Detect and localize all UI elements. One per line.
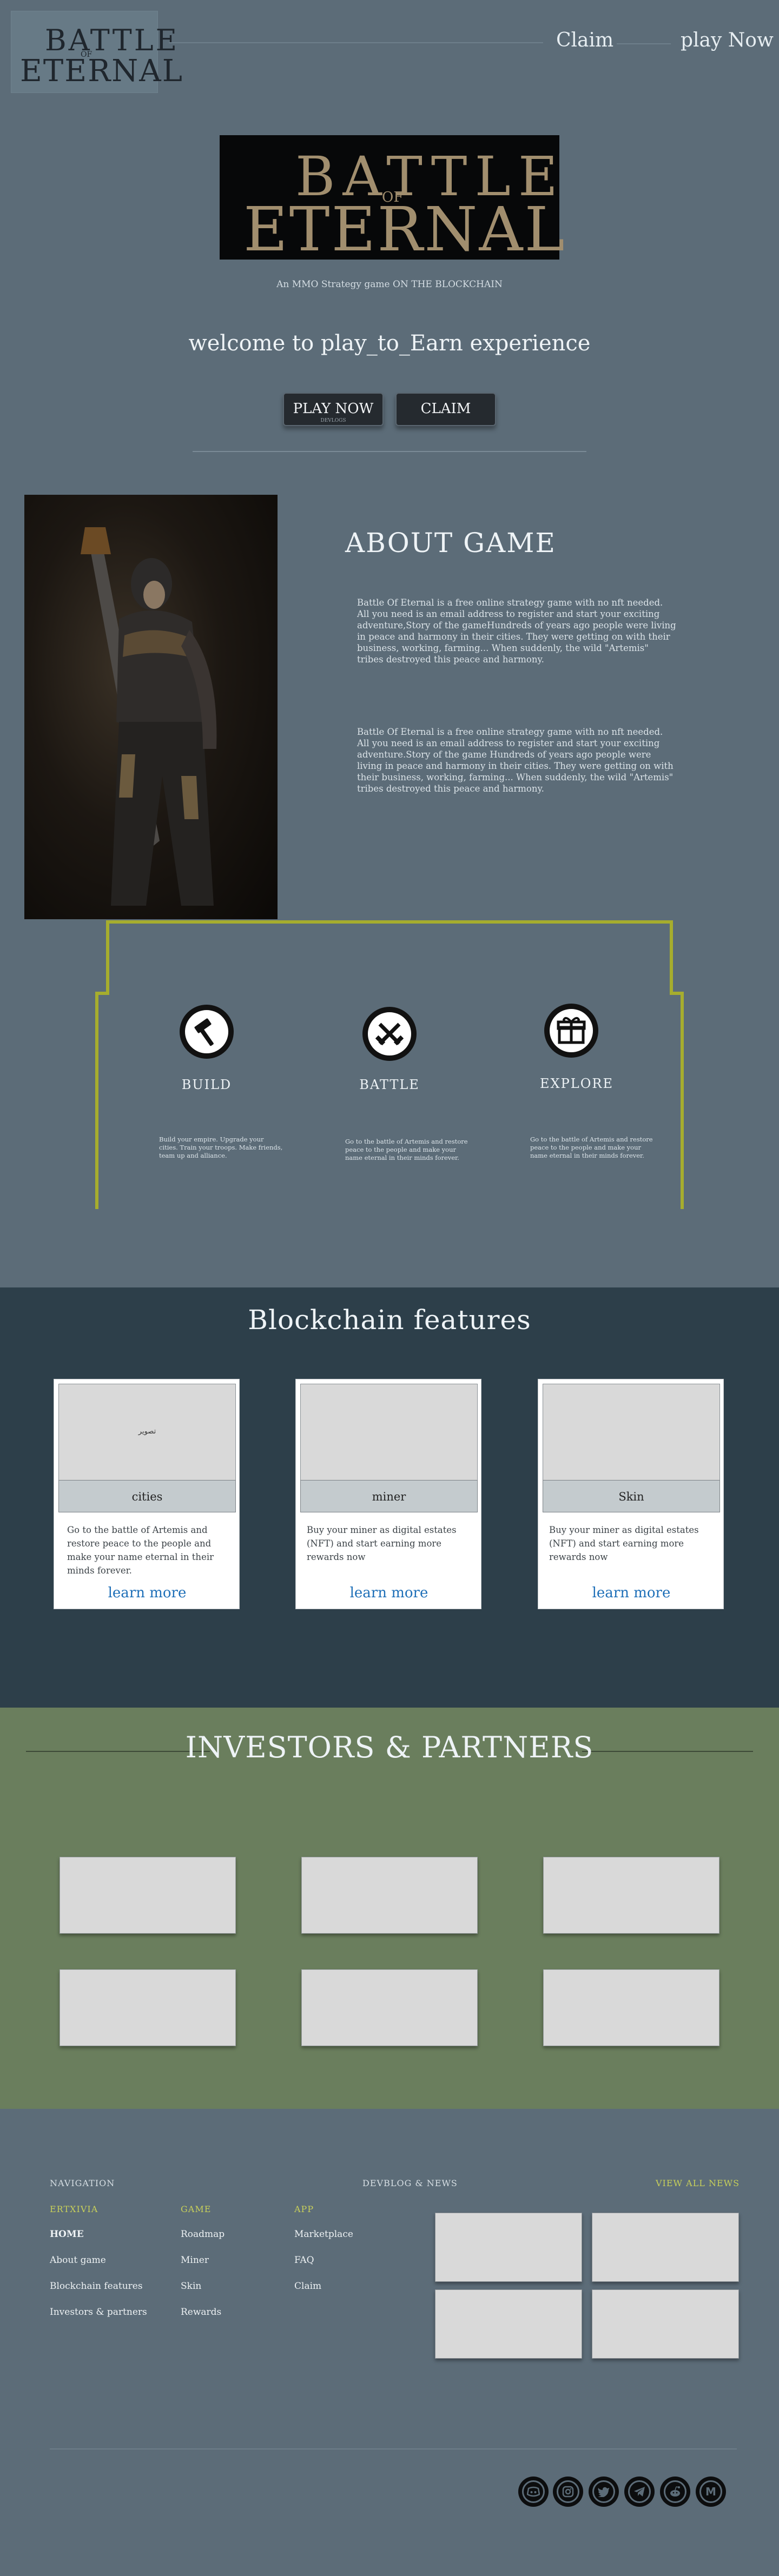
play-now-button[interactable]: PLAY NOW DEVLOGS	[283, 393, 384, 426]
claim-button[interactable]: CLAIM	[395, 393, 496, 426]
hero-logo: BATTLE OF ETERNAL	[220, 135, 565, 265]
footer-link-faq[interactable]: FAQ	[294, 2255, 314, 2266]
news-thumbnail[interactable]	[592, 2213, 739, 2282]
discord-icon[interactable]	[518, 2477, 549, 2507]
footer-link-marketplace[interactable]: Marketplace	[294, 2229, 353, 2240]
blockchain-title: Blockchain features	[248, 1304, 531, 1336]
feature-build-text: Build your empire. Upgrade your cities. …	[159, 1136, 283, 1159]
card-text: Buy your miner as digital estates (NFT) …	[307, 1525, 457, 1562]
footer-column-heading: APP	[294, 2204, 314, 2214]
partner-logo	[60, 1969, 236, 2046]
logo-text-battle: BATTLE	[45, 23, 180, 57]
medium-icon[interactable]: M	[696, 2477, 726, 2507]
card-text: Go to the battle of Artemis and restore …	[67, 1525, 214, 1576]
treasure-chest-icon	[544, 1004, 598, 1058]
footer-link-about[interactable]: About game	[50, 2255, 106, 2266]
news-thumbnail[interactable]	[435, 2213, 582, 2282]
card-image	[543, 1384, 720, 1481]
about-paragraph-1: Battle Of Eternal is a free online strat…	[357, 597, 676, 665]
feature-build-title: BUILD	[181, 1077, 232, 1092]
feature-explore-title: EXPLORE	[540, 1076, 613, 1091]
features-frame-left-inner	[106, 920, 109, 995]
footer-link-investors[interactable]: Investors & partners	[50, 2307, 147, 2318]
features-frame-right-inner	[670, 920, 673, 995]
learn-more-link[interactable]: learn more	[296, 1585, 482, 1601]
knight-image	[24, 495, 278, 919]
view-all-news-link[interactable]: VIEW ALL NEWS	[656, 2178, 740, 2188]
feature-battle-title: BATTLE	[359, 1077, 420, 1092]
footer-link-blockchain[interactable]: Blockchain features	[50, 2281, 143, 2292]
card-label: cities	[58, 1480, 236, 1512]
footer-column-heading: GAME	[181, 2204, 212, 2214]
news-thumbnail[interactable]	[435, 2289, 582, 2359]
card-label: miner	[300, 1480, 478, 1512]
logo-text-eternal: ETERNAL	[20, 54, 183, 89]
crossed-swords-icon	[362, 1007, 417, 1061]
footer-link-rewards[interactable]: Rewards	[181, 2307, 221, 2318]
hero-welcome: welcome to play_to_Earn experience	[188, 331, 591, 356]
feature-card-miner[interactable]: miner Buy your miner as digital estates …	[295, 1379, 481, 1609]
header-divider	[169, 42, 543, 43]
features-frame-right	[681, 992, 684, 1209]
footer-navigation-heading: NAVIGATION	[50, 2178, 115, 2188]
footer-divider	[50, 2448, 737, 2449]
hero-logo-eternal: ETERNAL	[243, 195, 566, 265]
knight-illustration	[81, 527, 217, 906]
about-paragraph-2: Battle Of Eternal is a free online strat…	[357, 727, 674, 794]
feature-explore-text: Go to the battle of Artemis and restore …	[530, 1136, 653, 1159]
footer-link-claim[interactable]: Claim	[294, 2281, 321, 2292]
reddit-icon[interactable]	[660, 2477, 690, 2507]
nav-divider	[617, 43, 671, 44]
features-frame-left	[95, 992, 98, 1209]
claim-label: CLAIM	[420, 401, 471, 417]
features-frame-top	[106, 920, 673, 924]
learn-more-link[interactable]: learn more	[538, 1585, 724, 1601]
play-now-sublabel: DEVLOGS	[320, 418, 346, 423]
hero-divider	[193, 451, 586, 452]
about-title: ABOUT GAME	[345, 527, 556, 559]
play-now-label: PLAY NOW	[293, 401, 374, 417]
footer-link-miner[interactable]: Miner	[181, 2255, 209, 2266]
footer-column-heading: ERTXIVIA	[50, 2204, 98, 2214]
hammer-icon	[180, 1005, 234, 1059]
feature-battle-text: Go to the battle of Artemis and restore …	[345, 1138, 468, 1161]
footer-devlog-heading: DEVBLOG & NEWS	[362, 2178, 458, 2188]
hero-tagline: An MMO Strategy game ON THE BLOCKCHAIN	[276, 279, 503, 290]
feature-card-skin[interactable]: Skin Buy your miner as digital estates (…	[538, 1379, 724, 1609]
card-image	[300, 1384, 478, 1481]
telegram-icon[interactable]	[624, 2477, 655, 2507]
partner-logo	[543, 1969, 719, 2046]
card-image: تصویر	[58, 1384, 236, 1481]
twitter-icon[interactable]	[589, 2477, 619, 2507]
news-thumbnail[interactable]	[592, 2289, 739, 2359]
feature-card-cities[interactable]: تصویر cities Go to the battle of Artemis…	[54, 1379, 240, 1609]
card-image-alt: تصویر	[138, 1428, 156, 1436]
footer-link-roadmap[interactable]: Roadmap	[181, 2229, 225, 2240]
nav-claim-link[interactable]: Claim	[556, 29, 613, 51]
nav-play-now-link[interactable]: play Now	[681, 29, 774, 51]
card-text: Buy your miner as digital estates (NFT) …	[549, 1525, 699, 1562]
learn-more-link[interactable]: learn more	[54, 1585, 240, 1601]
partner-logo	[301, 1969, 478, 2046]
instagram-icon[interactable]	[553, 2477, 583, 2507]
footer-link-skin[interactable]: Skin	[181, 2281, 201, 2292]
footer-link-home[interactable]: HOME	[50, 2229, 84, 2240]
header-logo[interactable]: BATTLE OF ETERNAL	[11, 11, 182, 93]
partner-logo	[543, 1857, 719, 1934]
partner-logo	[301, 1857, 478, 1934]
card-label: Skin	[543, 1480, 720, 1512]
investors-title: INVESTORS & PARTNERS	[185, 1730, 594, 1764]
partner-logo	[60, 1857, 236, 1934]
